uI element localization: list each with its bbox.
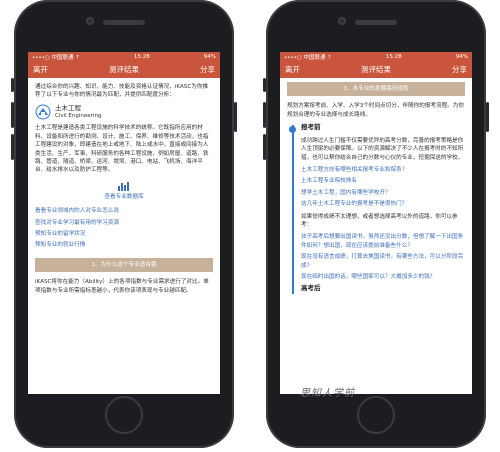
- page-title: 测评结果: [109, 65, 139, 74]
- page-title: 测评结果: [361, 65, 391, 74]
- intro-text: 通过综合你的兴趣、知识、能力、技能及资格认证情况，iKASC为你推荐了以下专业与…: [35, 84, 209, 99]
- engineering-icon: [35, 104, 51, 120]
- earpiece-speaker: [355, 20, 397, 25]
- time: 15:28: [385, 53, 402, 60]
- carrier: ••••○ 中国联通 ⇡: [284, 54, 332, 61]
- share-button[interactable]: 分享: [452, 64, 467, 75]
- home-button: [357, 396, 395, 434]
- status-bar: ••••○ 中国联通 ⇡ 15:28 94%: [280, 52, 472, 61]
- link-related-majors[interactable]: 土木工程方向有哪些相关报考专业和院系？: [301, 166, 465, 174]
- plan-intro: 规划方案按考前、入学、入学3个时间点切分，伴随你的报考流程。为你规划合理的专业选…: [287, 103, 464, 118]
- front-camera: [86, 17, 94, 25]
- home-button: [105, 396, 143, 434]
- bar-chart-icon: [118, 181, 129, 191]
- mute-switch: [263, 78, 266, 92]
- right-screen: ••••○ 中国联通 ⇡ 15:28 94% 离开 测评结果 分享 3、本专业的…: [280, 52, 472, 394]
- step-after-exam: 高考后: [301, 284, 321, 293]
- timeline: 报考前 成功跨过人生门槛不仅需要优异的高考分数，完善的报考策略是你人生顶梁的必要…: [287, 123, 465, 295]
- section-header-why-fit: 1、为什么这个专业适合我: [35, 257, 213, 273]
- link-study-abroad-question[interactable]: 孩子高考后想要出国读书，虽然还没出分数，但想了解一下出国条件如何？想出国，现在应…: [301, 233, 465, 250]
- back-button[interactable]: 离开: [33, 64, 48, 75]
- volume-down-button: [263, 134, 266, 160]
- front-camera: [338, 17, 346, 25]
- watermark: 思知人学前: [300, 388, 355, 399]
- left-phone: ••••○ 中国联通 ⇡ 15:28 94% 离开 测评结果 分享 通过综合你的…: [11, 0, 237, 448]
- nav-bar: 离开 测评结果 分享: [28, 61, 220, 78]
- volume-up-button: [11, 102, 14, 128]
- share-button[interactable]: 分享: [200, 64, 215, 75]
- link-domestic-schools[interactable]: 想学土木工程，国内有哪些学校开？: [301, 189, 465, 197]
- step-before-exam: 报考前: [301, 123, 321, 132]
- major-header: 土木工程 Civil Engineering: [35, 104, 213, 121]
- major-english-name: Civil Engineering: [55, 113, 102, 120]
- volume-down-button: [11, 134, 14, 160]
- alternative-intro: 如果觉得成绩不太理想，或者想选择高考以外的道路，你可以参考：: [301, 213, 458, 229]
- link-study-abroad[interactable]: 预知专业的留学状况: [35, 230, 213, 238]
- back-button[interactable]: 离开: [285, 64, 300, 75]
- carrier: ••••○ 中国联通 ⇡: [32, 54, 80, 61]
- database-link[interactable]: 查看专业数据库: [35, 181, 213, 201]
- link-language-question[interactable]: 现在没有语言成绩，打算去美国读书，有哪些方法，可以分阶段完成？: [301, 253, 465, 270]
- battery: 94%: [455, 53, 468, 60]
- timeline-dot: [289, 126, 296, 134]
- result-content[interactable]: 通过综合你的兴趣、知识、能力、技能及资格认证情况，iKASC为你推荐了以下专业与…: [28, 78, 220, 304]
- link-learning-resources[interactable]: 查找对专业学习最有用的学习资源: [35, 219, 213, 227]
- status-bar: ••••○ 中国联通 ⇡ 15:28 94%: [28, 52, 220, 61]
- link-popularity[interactable]: 这几年土木工程专业的报考是不是很热门？: [301, 200, 465, 208]
- battery: 94%: [203, 53, 216, 60]
- left-screen: ••••○ 中国联通 ⇡ 15:28 94% 离开 测评结果 分享 通过综合你的…: [28, 52, 220, 394]
- power-button: [234, 102, 237, 132]
- plan-content[interactable]: 3、本专业的发展路径规划 规划方案按考前、入学、入学3个时间点切分，伴随你的报考…: [280, 78, 472, 303]
- mute-switch: [11, 78, 14, 92]
- earpiece-speaker: [103, 20, 145, 25]
- right-phone: ••••○ 中国联通 ⇡ 15:28 94% 离开 测评结果 分享 3、本专业的…: [263, 0, 489, 448]
- major-description: 土木工程是建造各类工程设施的科学技术的统称。它既指所应用的材料、设备和所进行的勘…: [35, 125, 209, 174]
- time: 15:28: [133, 53, 150, 60]
- link-employment[interactable]: 预知专业的就业行情: [35, 241, 213, 249]
- section-header-plan: 3、本专业的发展路径规划: [287, 82, 465, 97]
- major-name: 土木工程: [55, 103, 81, 112]
- ability-text: iKASC将你在能力（Ability）上的各项指数与专业需求进行了对比。单项指数…: [35, 279, 209, 294]
- volume-up-button: [263, 102, 266, 128]
- link-countries-question[interactable]: 现在临时出国的话，哪些国家可以？大概加多少的钱？: [301, 273, 465, 281]
- link-industry-opinions[interactable]: 看看专业领域内的人对专业怎么说: [35, 207, 213, 215]
- nav-bar: 离开 测评结果 分享: [280, 61, 472, 78]
- link-school-ranking[interactable]: 土木工程专业院校排名: [301, 177, 465, 185]
- step-text: 成功跨过人生门槛不仅需要优异的高考分数，完善的报考策略是你人生顶梁的必要保障。以…: [301, 137, 464, 161]
- database-label: 查看专业数据库: [104, 193, 144, 200]
- timeline-line: [292, 125, 294, 295]
- power-button: [486, 102, 489, 132]
